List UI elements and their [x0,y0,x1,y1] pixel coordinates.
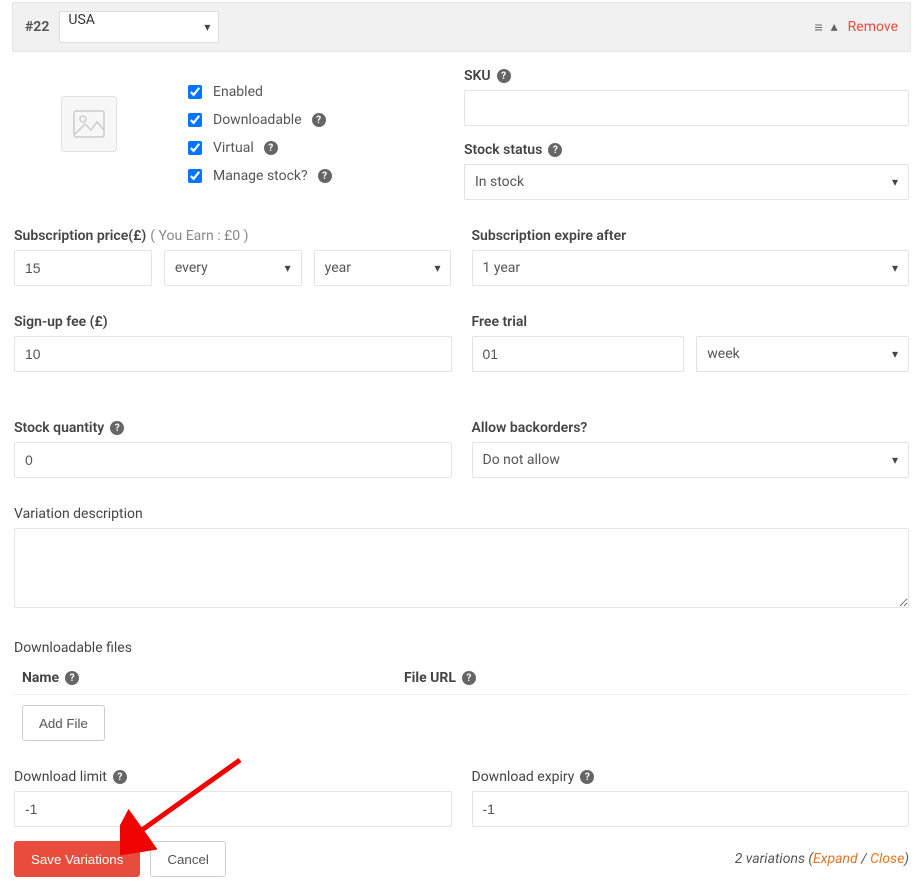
description-textarea[interactable] [14,528,909,608]
download-limit-label: Download limit ? [14,769,452,785]
download-expiry-label: Download expiry ? [472,769,910,785]
menu-icon[interactable]: ≡ [814,19,822,36]
sku-label: SKU ? [464,68,909,84]
cancel-button[interactable]: Cancel [150,841,226,877]
expire-value: 1 year [483,260,521,276]
help-icon[interactable]: ? [580,770,594,784]
stock-status-value: In stock [475,174,524,190]
downloadable-checkbox[interactable]: Downloadable ? [184,110,444,130]
files-col-url: File URL [404,670,456,686]
sku-input[interactable] [464,90,909,126]
stock-qty-input[interactable] [14,442,452,478]
description-label: Variation description [14,506,909,522]
variation-header: #22 USA ≡ ▴ Remove [12,2,911,52]
expand-link[interactable]: Expand [813,851,858,867]
backorders-select[interactable]: Do not allow [472,442,910,478]
stock-status-select[interactable]: In stock [464,164,909,200]
signup-fee-input[interactable] [14,336,452,372]
files-table-header: Name ? File URL ? [14,662,909,695]
download-limit-input[interactable] [14,791,452,827]
attribute-select[interactable]: USA [59,11,219,43]
free-trial-label: Free trial [472,314,910,330]
billing-every-value: every [175,260,208,276]
help-icon[interactable]: ? [264,141,278,155]
stock-status-label: Stock status ? [464,142,909,158]
close-link[interactable]: Close [870,851,904,867]
help-icon[interactable]: ? [462,671,476,685]
backorders-label: Allow backorders? [472,420,910,436]
billing-period-value: year [325,260,351,276]
enabled-checkbox[interactable]: Enabled [184,82,444,102]
enabled-checkbox-input[interactable] [188,85,202,99]
help-icon[interactable]: ? [497,69,511,83]
help-icon[interactable]: ? [548,143,562,157]
manage-stock-label: Manage stock? [213,168,308,184]
manage-stock-checkbox[interactable]: Manage stock? ? [184,166,444,186]
expire-label: Subscription expire after [472,228,910,244]
attribute-select-value: USA [68,12,95,28]
image-placeholder-icon [73,110,105,138]
collapse-icon[interactable]: ▴ [831,19,838,35]
help-icon[interactable]: ? [65,671,79,685]
remove-link[interactable]: Remove [848,19,898,35]
price-hint: ( You Earn : £0 ) [150,228,248,244]
virtual-checkbox-input[interactable] [188,141,202,155]
downloadable-checkbox-input[interactable] [188,113,202,127]
price-label: Subscription price(£) ( You Earn : £0 ) [14,228,452,244]
stock-qty-label: Stock quantity ? [14,420,452,436]
save-variations-button[interactable]: Save Variations [14,841,140,877]
files-col-name: Name [22,670,59,686]
enabled-label: Enabled [213,84,263,100]
virtual-checkbox[interactable]: Virtual ? [184,138,444,158]
variation-image-placeholder[interactable] [61,96,117,152]
expire-select[interactable]: 1 year [472,250,910,286]
help-icon[interactable]: ? [312,113,326,127]
backorders-value: Do not allow [483,452,560,468]
free-trial-unit-select[interactable]: week [696,336,909,372]
help-icon[interactable]: ? [318,169,332,183]
signup-fee-label: Sign-up fee (£) [14,314,452,330]
downloadable-label: Downloadable [213,112,302,128]
help-icon[interactable]: ? [110,421,124,435]
free-trial-input[interactable] [472,336,685,372]
downloadable-files-label: Downloadable files [14,640,909,656]
variation-number: #22 [25,19,49,35]
add-file-button[interactable]: Add File [22,705,105,741]
billing-period-select[interactable]: year [314,250,452,286]
free-trial-unit-value: week [707,346,739,362]
download-expiry-input[interactable] [472,791,910,827]
billing-every-select[interactable]: every [164,250,302,286]
help-icon[interactable]: ? [113,770,127,784]
virtual-label: Virtual [213,140,254,156]
manage-stock-checkbox-input[interactable] [188,169,202,183]
variations-status: 2 variations (Expand / Close) [735,851,909,867]
price-input[interactable] [14,250,152,286]
